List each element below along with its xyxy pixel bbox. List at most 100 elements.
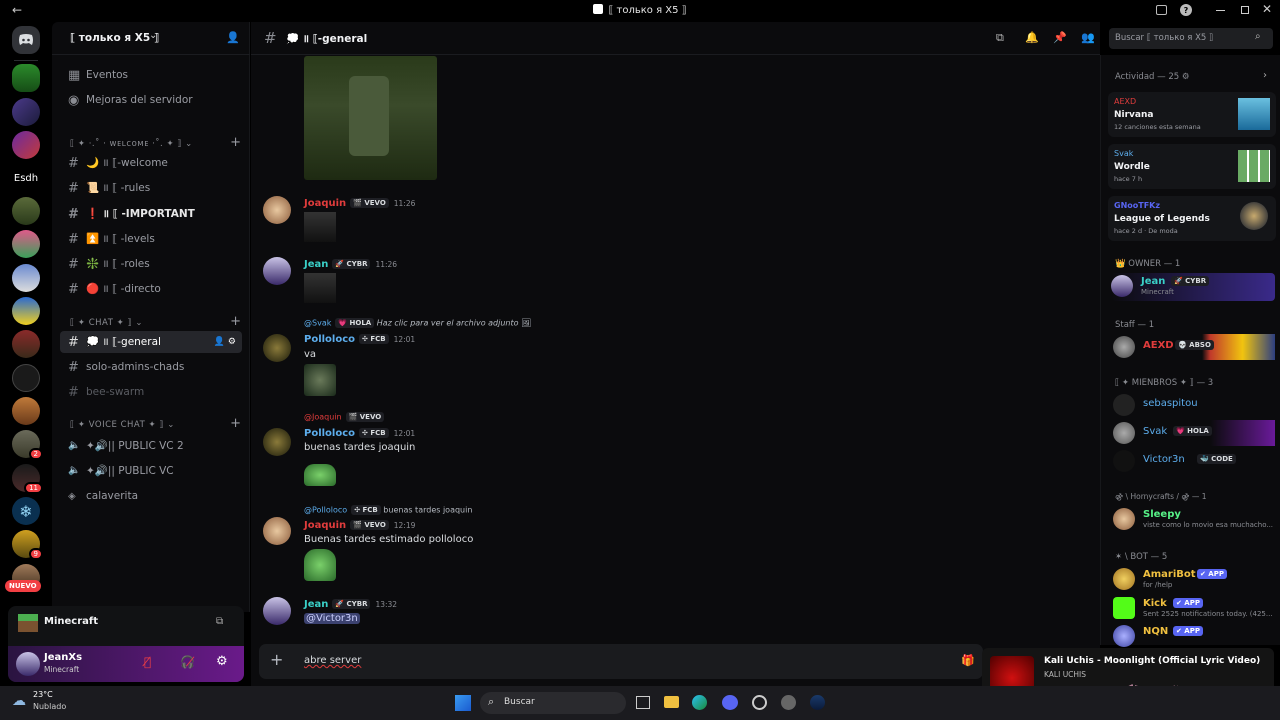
member-row[interactable]: sebaspitou [1113,392,1275,418]
channel-directo[interactable]: # 🔴 ॥ ⟦ -directo [60,278,242,300]
minimize-icon[interactable] [1216,10,1225,11]
author-name[interactable]: Jean [304,259,328,270]
avatar[interactable] [263,334,291,362]
members-icon[interactable]: 👥 [1081,31,1095,44]
author-name[interactable]: Joaquin [304,520,346,531]
server-icon-11[interactable]: 11 [12,464,43,494]
game-overlay-icon[interactable]: ⧉ [216,616,223,627]
activity-card[interactable]: Svak Wordle hace 7 h [1108,144,1276,189]
nav-server-boost[interactable]: ◉ Mejoras del servidor [60,89,242,111]
server-icon-5[interactable] [12,264,40,292]
server-icon-3[interactable] [12,197,40,225]
pepe-emoji[interactable] [304,549,336,581]
server-icon-7[interactable] [12,330,40,358]
settings-gear-icon[interactable]: 👤 ⚙ [214,337,236,347]
add-channel-icon[interactable]: + [230,135,241,150]
reply-preview[interactable]: @Svak 💗 HOLA Haz clic para ver el archivo… [304,318,531,328]
avatar[interactable] [263,597,291,625]
snowflake-server-icon[interactable]: ❄ [12,497,40,525]
activity-card[interactable]: AEXD Nirvana 12 canciones esta semana [1108,92,1276,137]
channel-levels[interactable]: # ⏫ ॥ ⟦ -levels [60,228,242,250]
edge-icon[interactable] [692,695,707,710]
gif-attachment[interactable] [304,212,336,242]
add-member-icon[interactable]: 👤 [226,31,240,44]
nav-events[interactable]: ▦ Eventos [60,64,242,86]
windows-start-icon[interactable] [455,695,471,711]
emoji-sticker[interactable] [304,364,336,396]
search-input[interactable]: Buscar ⟦ только я X5 ⟧ ⌕ [1109,28,1273,49]
member-row[interactable]: Svak 💗 HOLA [1113,420,1275,446]
channel-bee-swarm[interactable]: # bee-swarm [60,381,242,403]
app-icon[interactable] [752,695,767,710]
member-row[interactable]: NQN ✔ APP [1113,623,1275,649]
server-icon-10[interactable]: 2 [12,430,43,460]
avatar[interactable] [16,652,40,676]
avatar[interactable] [263,196,291,224]
author-name[interactable]: Jean [304,599,328,610]
chevron-right-icon[interactable]: › [1263,70,1267,81]
member-row[interactable]: AmariBot ✔ APP for /help [1113,566,1275,592]
server-icon-esdh[interactable]: Esdh [12,164,40,192]
help-icon[interactable]: ? [1180,4,1192,16]
channel-important[interactable]: # ❗ ॥ ⟦ -IMPORTANT [60,203,242,225]
discord-home-icon[interactable] [12,26,40,54]
channel-welcome[interactable]: # 🌙 ॥ ⟦-welcome [60,152,242,174]
author-name[interactable]: Joaquin [304,198,346,209]
server-icon-6[interactable] [12,297,40,325]
add-attachment-icon[interactable]: + [270,650,283,669]
server-icon-9[interactable] [12,397,40,425]
maximize-icon[interactable] [1241,6,1249,14]
pepe-emoji[interactable] [304,464,336,486]
channel-roles[interactable]: # ❇️ ॥ ⟦ -roles [60,253,242,275]
deafen-icon[interactable]: 🎧̸ [180,655,195,669]
server-header[interactable]: ⟦ только я X5 ⟧ ⌄ 👤 [52,22,250,55]
reply-preview[interactable]: @Polloloco ✣ FCB buenas tardes joaquin [304,505,472,515]
mic-muted-icon[interactable]: 🎙̸ [144,655,151,669]
bell-icon[interactable]: 🔔 [1025,31,1039,44]
file-explorer-icon[interactable] [664,696,679,708]
settings-gear-icon[interactable]: ⚙ [216,654,228,669]
channel-general-selected[interactable]: # 💭 ॥ ⟦-general 👤 ⚙ [60,331,242,353]
message-input[interactable]: + abre server 🎁 [259,644,983,679]
server-icon-12[interactable]: 9 [12,530,43,560]
add-channel-icon[interactable]: + [230,314,241,329]
server-icon-main[interactable] [12,98,40,126]
inbox-icon[interactable] [1156,5,1167,15]
member-row[interactable]: Sleepy viste como lo movio esa muchacho.… [1113,506,1275,532]
channel-rules[interactable]: # 📜 ॥ ⟦ -rules [60,177,242,199]
avatar[interactable] [263,428,291,456]
server-icon-minecraft[interactable] [12,64,40,92]
steam-icon[interactable] [810,695,825,710]
category-voice[interactable]: ⟦ ✦ VOICE CHAT ✦ ⟧ ⌄ [70,420,175,430]
stage-channel-calaverita[interactable]: ◈ calaverita [60,485,242,507]
discord-taskbar-icon[interactable] [722,695,738,710]
author-name[interactable]: Polloloco [304,428,355,439]
category-welcome[interactable]: ⟦ ✦ ·.˚ · ᴡᴇʟᴄᴏᴍᴇ ·˚. ✦ ⟧ ⌄ [70,139,193,149]
pin-icon[interactable]: 📌 [1053,31,1067,44]
voice-channel-vc[interactable]: 🔈 ✦🔊|| PUBLIC VC [60,459,242,481]
taskbar-search[interactable]: ⌕ Buscar [480,692,626,714]
avatar[interactable] [263,517,291,545]
server-icon-8[interactable] [12,364,40,392]
reply-preview[interactable]: @Joaquin 🎬 VEVO [304,412,385,422]
activity-card[interactable]: GNooTFKz League of Legends hace 2 d · De… [1108,196,1276,241]
avatar[interactable] [263,257,291,285]
task-view-icon[interactable] [636,696,650,709]
server-icon-4[interactable] [12,230,40,258]
threads-icon[interactable]: ⧉ [996,31,1004,45]
voice-channel-vc2[interactable]: 🔈 ✦🔊|| PUBLIC VC 2 [60,434,242,456]
member-row[interactable]: AEXD 💀 ABSO [1113,334,1275,360]
category-chat[interactable]: ⟦ ✦ CHAT ✦ ⟧ ⌄ [70,318,143,328]
add-channel-icon[interactable]: + [230,416,241,431]
attachment-image[interactable] [304,56,437,180]
member-row[interactable]: Kick ✔ APP Sent 2525 notifications today.… [1113,595,1275,621]
obs-icon[interactable] [781,695,796,710]
member-row[interactable]: Jean 🚀 CYBR Minecraft [1111,273,1275,301]
gif-attachment[interactable] [304,273,336,303]
mention[interactable]: @Victor3n [304,613,360,624]
author-name[interactable]: Polloloco [304,334,355,345]
member-row[interactable]: Victor3n 🐳 CODE [1113,448,1275,474]
gift-icon[interactable]: 🎁 [961,654,975,667]
close-icon[interactable]: ✕ [1262,2,1272,16]
server-icon-2[interactable] [12,131,40,159]
